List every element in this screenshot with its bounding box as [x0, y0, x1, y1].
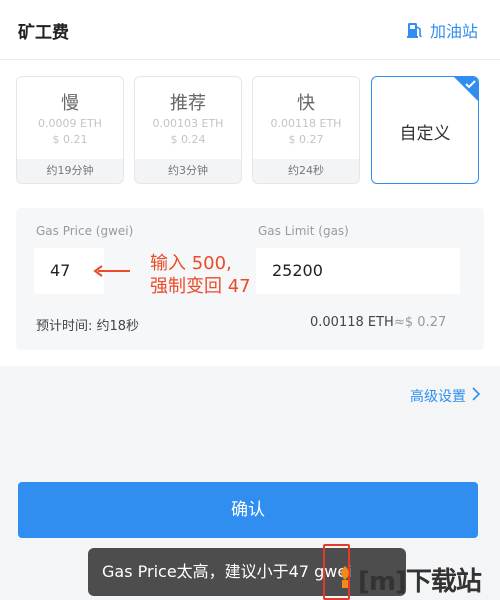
speed-eth: 0.0009 ETH: [38, 117, 102, 130]
annotation-line-1: 输入 500,: [150, 253, 232, 274]
speed-option-recommended[interactable]: 推荐 0.00103 ETH $ 0.24 约3分钟: [134, 76, 242, 184]
gas-station-label: 加油站: [429, 22, 478, 41]
advanced-settings-label: 高级设置: [410, 389, 466, 405]
speed-name: 慢: [61, 93, 79, 114]
gas-limit-label: Gas Limit (gas): [258, 224, 349, 238]
speed-eth: 0.00118 ETH: [270, 117, 342, 130]
speed-name: 快: [297, 93, 315, 114]
speed-usd: $ 0.24: [170, 133, 206, 146]
checkmark-icon: [454, 77, 478, 101]
speed-time: 约3分钟: [135, 159, 241, 183]
speed-option-fast[interactable]: 快 0.00118 ETH $ 0.27 约24秒: [252, 76, 360, 184]
estimated-time: 预计时间: 约18秒: [36, 319, 140, 334]
fee-usd-value: ≈$ 0.27: [394, 315, 447, 330]
speed-usd: $ 0.21: [52, 133, 88, 146]
speed-eth: 0.00103 ETH: [152, 117, 224, 130]
chevron-right-icon: [472, 387, 481, 405]
speed-option-slow[interactable]: 慢 0.0009 ETH $ 0.21 约19分钟: [16, 76, 124, 184]
gas-station-link[interactable]: 加油站: [406, 18, 478, 42]
annotation-arrow-icon: [92, 263, 132, 282]
speed-time: 约19分钟: [17, 159, 123, 183]
fuel-pump-icon: [406, 21, 424, 39]
annotation-line-2: 强制变回 47: [150, 276, 251, 297]
gas-limit-input[interactable]: 25200: [256, 248, 460, 294]
watermark-text: [m]下载站: [358, 566, 482, 597]
annotation-note: 输入 500, 强制变回 47: [150, 252, 251, 298]
speed-name: 推荐: [170, 93, 206, 114]
watermark-logo-icon: [334, 564, 356, 594]
watermark-logo: [m]下载站: [334, 558, 500, 600]
advanced-settings-link[interactable]: 高级设置: [410, 386, 481, 406]
speed-time: 约24秒: [253, 159, 359, 183]
header: 矿工费 加油站: [0, 0, 500, 60]
speed-option-custom[interactable]: 自定义: [371, 76, 479, 184]
speed-usd: $ 0.27: [288, 133, 324, 146]
gas-price-label: Gas Price (gwei): [36, 224, 134, 238]
confirm-button[interactable]: 确认: [18, 482, 478, 538]
page-title: 矿工费: [18, 23, 69, 43]
custom-label: 自定义: [399, 124, 451, 144]
fee-eth-value: 0.00118 ETH: [310, 315, 394, 330]
